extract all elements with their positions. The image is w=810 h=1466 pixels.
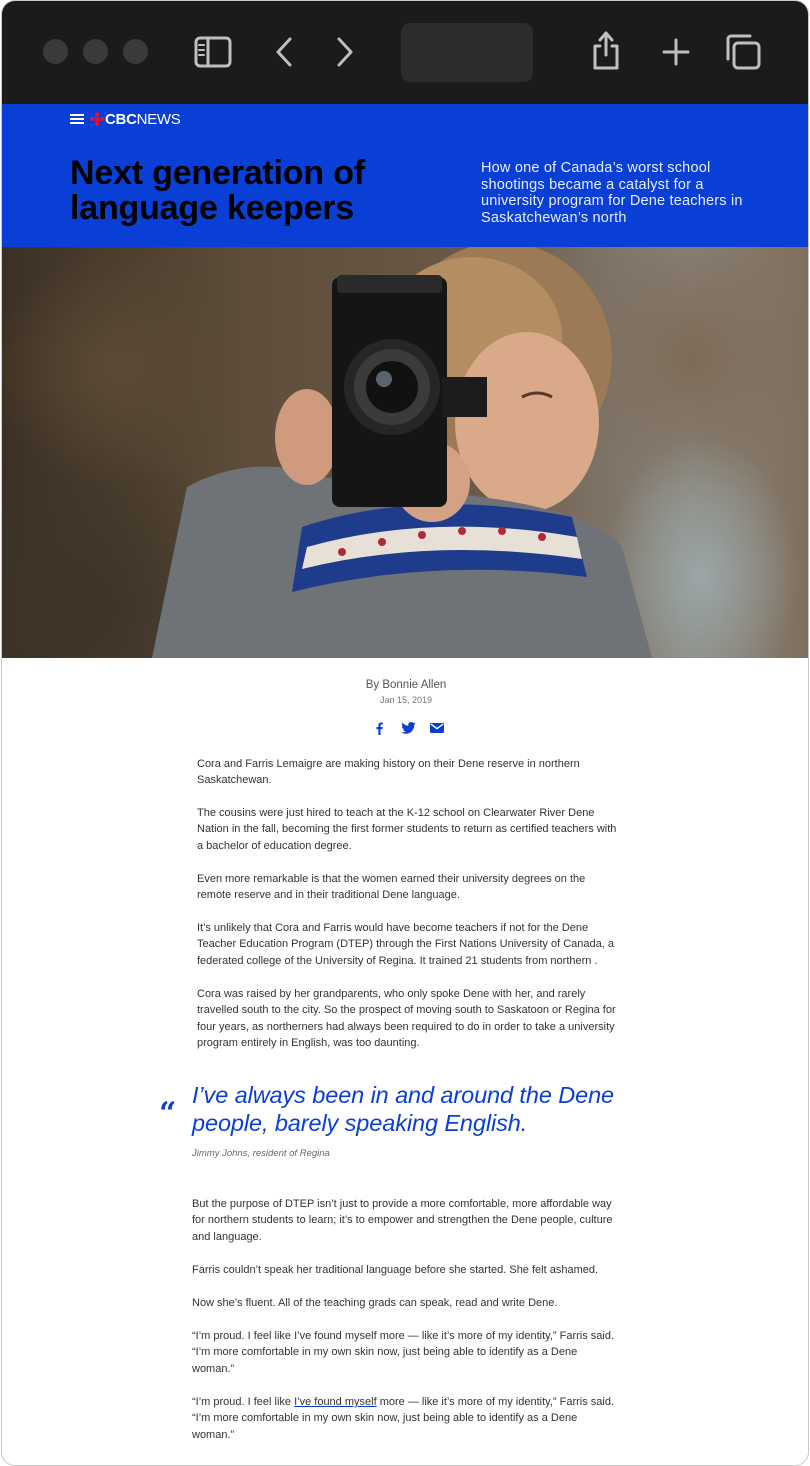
pull-quote-attribution: Jimmy Johns, resident of Regina: [192, 1148, 330, 1159]
article-paragraph: Cora and Farris Lemaigre are making hist…: [197, 758, 580, 787]
facebook-icon: [376, 722, 383, 735]
share-email-button[interactable]: [429, 720, 445, 736]
tab-overview-button[interactable]: [723, 31, 763, 73]
article-paragraph: “I’m proud. I feel like I’ve found mysel…: [192, 1394, 622, 1443]
share-button[interactable]: [586, 29, 626, 71]
quote-icon: “: [159, 1096, 177, 1131]
browser-toolbar: [2, 1, 808, 104]
chevron-left-icon: [276, 37, 292, 67]
new-tab-button[interactable]: [656, 31, 696, 73]
article-paragraph: Now she’s fluent. All of the teaching gr…: [192, 1297, 558, 1309]
share-facebook-button[interactable]: [373, 720, 385, 736]
publish-date: Jan 15, 2019: [379, 695, 433, 705]
tabs-icon: [726, 34, 761, 70]
menu-icon[interactable]: [70, 114, 84, 124]
sidebar-button[interactable]: [193, 31, 233, 73]
pull-quote: I’ve always been in and around the Dene …: [192, 1082, 615, 1136]
child-with-camera-image: [152, 247, 652, 658]
address-bar[interactable]: [401, 23, 533, 82]
article-paragraph: It’s unlikely that Cora and Farris would…: [197, 922, 614, 967]
cbc-news-logo[interactable]: CBCNEWS: [105, 111, 181, 129]
article-dek: How one of Canada’s worst school shootin…: [481, 160, 743, 226]
twitter-icon: [400, 722, 416, 734]
forward-button[interactable]: [324, 31, 364, 73]
back-button[interactable]: [265, 31, 305, 73]
article-paragraph: Farris couldn’t speak her traditional la…: [192, 1264, 599, 1276]
paragraph-text: “I’m proud. I feel like: [192, 1396, 295, 1408]
minimize-window-button[interactable]: [83, 39, 108, 64]
plus-icon: [662, 38, 690, 66]
cbc-gem-icon: [90, 112, 104, 126]
email-icon: [430, 723, 444, 733]
chevron-right-icon: [337, 37, 353, 67]
byline-author[interactable]: By Bonnie Allen: [2, 678, 808, 692]
zoom-window-button[interactable]: [123, 39, 148, 64]
article-paragraph: “I’m proud. I feel like I’ve found mysel…: [192, 1330, 615, 1375]
share-icon: [593, 31, 619, 70]
article-paragraph: Cora was raised by her grandparents, who…: [197, 988, 616, 1050]
hero-photo: [2, 247, 808, 658]
share-twitter-button[interactable]: [400, 720, 416, 736]
article-paragraph: The cousins were just hired to teach at …: [197, 807, 617, 852]
article-headline: Next generation of language keepers: [70, 154, 365, 227]
browser-window: CBCNEWS Next generation of language keep…: [1, 0, 809, 1466]
close-window-button[interactable]: [43, 39, 68, 64]
article-paragraph: But the purpose of DTEP isn’t just to pr…: [192, 1198, 613, 1243]
sidebar-icon: [194, 36, 232, 68]
inline-article-link[interactable]: I’ve found myself: [294, 1396, 377, 1408]
article-paragraph: Even more remarkable is that the women e…: [197, 873, 586, 902]
